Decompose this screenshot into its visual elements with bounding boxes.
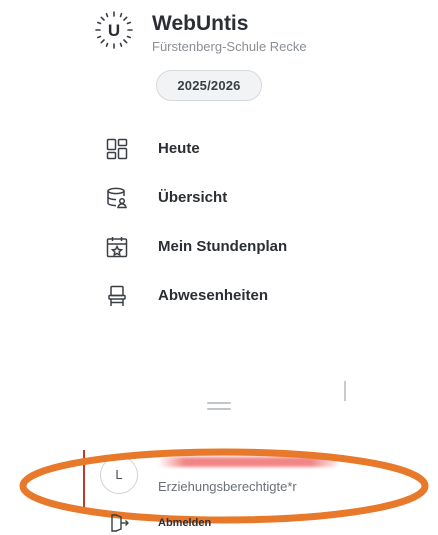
main-navigation: Heute Übersicht Mein Stundenplan Abwesen… xyxy=(104,124,404,320)
profile-accent-bar xyxy=(83,450,85,510)
avatar: L xyxy=(100,455,138,494)
webuntis-logo-icon: U xyxy=(94,10,134,50)
nav-label: Übersicht xyxy=(158,189,228,206)
user-profile[interactable]: L Erziehungsberechtigte*r xyxy=(100,455,338,494)
user-role: Erziehungsberechtigte*r xyxy=(158,479,297,494)
dashboard-icon xyxy=(104,136,130,162)
app-title: WebUntis xyxy=(152,12,249,35)
drag-handle-icon[interactable] xyxy=(207,402,231,412)
school-name: Fürstenberg-Schule Recke xyxy=(152,39,307,54)
chair-icon xyxy=(104,283,130,309)
scroll-indicator xyxy=(344,381,346,401)
nav-item-heute[interactable]: Heute xyxy=(104,124,404,173)
overview-icon xyxy=(104,185,130,211)
svg-text:U: U xyxy=(108,21,120,40)
redacted-user-name xyxy=(158,457,338,467)
nav-item-abwesenheiten[interactable]: Abwesenheiten xyxy=(104,271,404,320)
logout-label: Abmelden xyxy=(158,517,212,529)
school-year-selector[interactable]: 2025/2026 xyxy=(156,70,262,101)
nav-label: Mein Stundenplan xyxy=(158,238,288,255)
brand-header: U WebUntis Fürstenberg-Schule Recke xyxy=(94,10,307,55)
logout-icon xyxy=(108,512,130,534)
nav-item-mein-stundenplan[interactable]: Mein Stundenplan xyxy=(104,222,404,271)
navigation-drawer: U WebUntis Fürstenberg-Schule Recke 2025… xyxy=(0,0,438,535)
nav-label: Heute xyxy=(158,140,200,157)
logout-button[interactable]: Abmelden xyxy=(108,512,211,534)
nav-label: Abwesenheiten xyxy=(158,287,269,304)
calendar-icon xyxy=(104,234,130,260)
nav-item-uebersicht[interactable]: Übersicht xyxy=(104,173,404,222)
